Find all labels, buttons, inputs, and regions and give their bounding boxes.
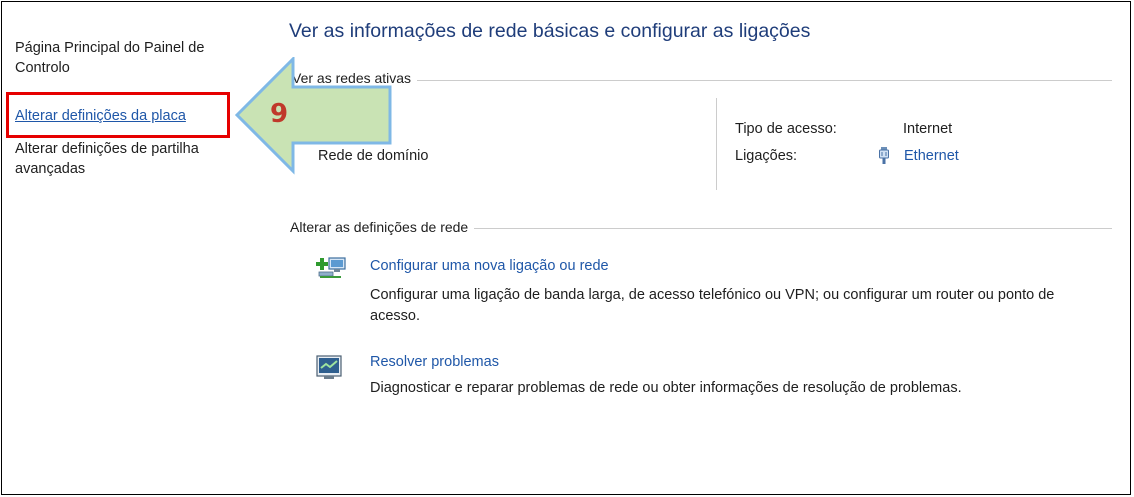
troubleshoot-icon: [316, 354, 342, 385]
highlight-box: [6, 92, 230, 138]
connections-label: Ligações:: [735, 148, 798, 164]
network-vertical-divider: [716, 98, 717, 190]
control-panel-home-link[interactable]: Página Principal do Painel de Controlo: [15, 38, 235, 78]
page-title: Ver as informações de rede básicas e con…: [289, 20, 811, 42]
change-advanced-sharing-link[interactable]: Alterar definições de partilha avançadas: [15, 139, 240, 179]
setup-new-connection-description: Configurar uma ligação de banda larga, d…: [370, 287, 1055, 324]
new-connection-icon: [316, 252, 350, 285]
access-type-value: Internet: [903, 121, 953, 137]
troubleshoot-description: Diagnosticar e reparar problemas de rede…: [370, 380, 962, 396]
ethernet-plug-icon: [878, 147, 890, 169]
access-type-label: Tipo de acesso:: [735, 121, 837, 137]
change-settings-heading: Alterar as definições de rede: [290, 219, 475, 235]
ethernet-connection-link[interactable]: Ethernet: [904, 148, 959, 164]
left-nav-pane: Página Principal do Painel de Controlo A…: [2, 2, 252, 494]
pointing-arrow-icon: [235, 57, 392, 175]
control-panel-window: Página Principal do Painel de Controlo A…: [1, 1, 1131, 495]
troubleshoot-link[interactable]: Resolver problemas: [370, 354, 499, 370]
step-number: 9: [270, 99, 289, 129]
setup-new-connection-link[interactable]: Configurar uma nova ligação ou rede: [370, 258, 609, 274]
